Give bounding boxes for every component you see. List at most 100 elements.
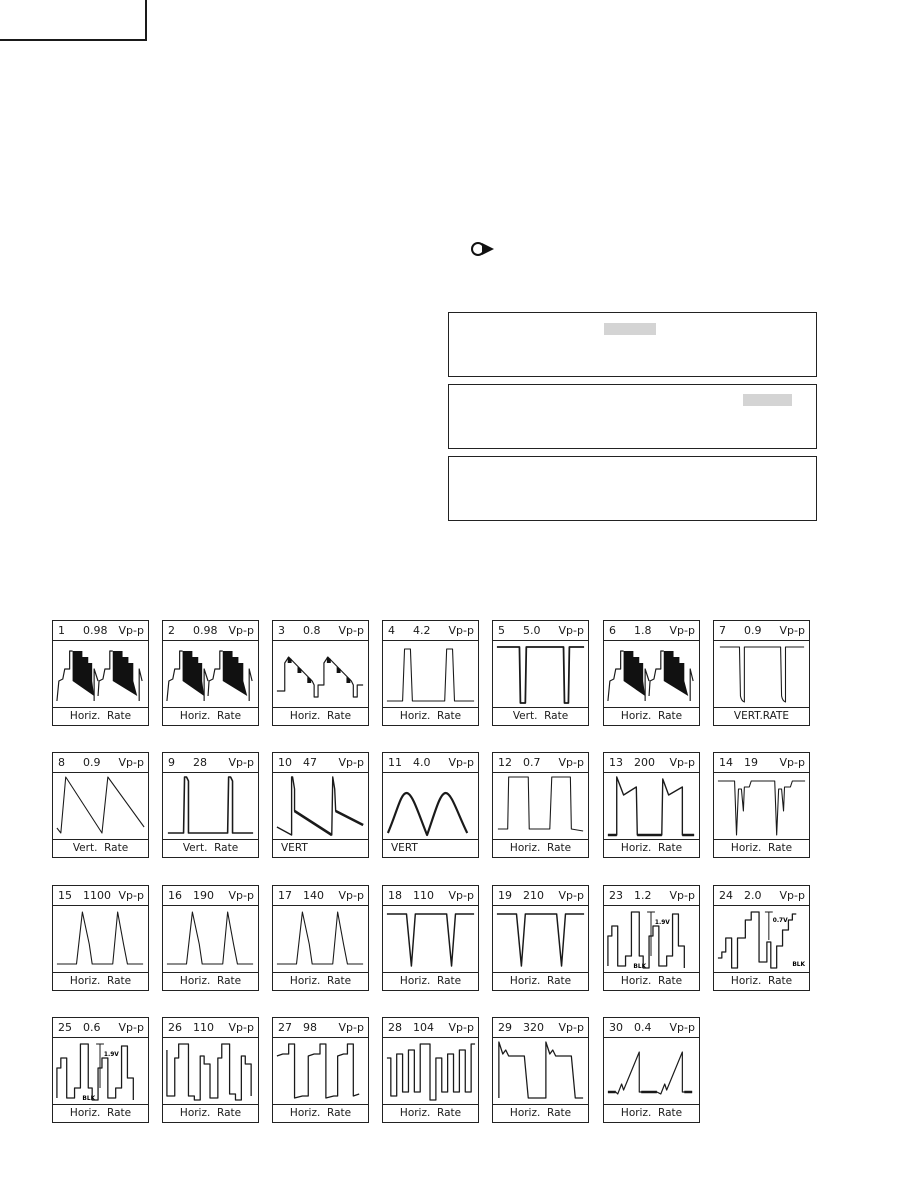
waveform-header: 4 4.2 Vp-p xyxy=(383,621,478,641)
waveform-trace-narrow-positive-pulse xyxy=(386,648,475,702)
waveform-number: 7 xyxy=(719,624,726,637)
waveform-unit: Vp-p xyxy=(669,1021,695,1034)
waveform-trace-overshoot-square xyxy=(607,776,695,837)
trace-segment xyxy=(498,1041,584,1099)
trace-segment xyxy=(207,650,223,697)
trace-segment xyxy=(497,776,584,832)
waveform-unit: Vp-p xyxy=(448,624,474,637)
waveform-voltage: 140 xyxy=(303,889,324,902)
waveform-plot xyxy=(604,641,699,708)
waveform-trace-video-staircase-filled xyxy=(56,650,143,702)
waveform-trace-video-staircase-filled xyxy=(166,650,253,702)
trace-segment xyxy=(386,1043,476,1101)
waveform-number: 24 xyxy=(719,889,733,902)
waveform-voltage: 110 xyxy=(413,889,434,902)
waveform-rate-label: Vert. Rate xyxy=(53,839,148,857)
waveform-trace-video-staircase-open xyxy=(276,656,364,698)
waveform-number: 14 xyxy=(719,756,733,769)
waveform-rate-label: Horiz. Rate xyxy=(714,839,809,857)
waveform-unit: Vp-p xyxy=(228,756,254,769)
waveform-box: 8 0.9 Vp-p Vert. Rate xyxy=(52,752,149,858)
waveform-rate-label: VERT.RATE xyxy=(714,707,809,725)
waveform-plot xyxy=(53,773,148,840)
waveform-box: 7 0.9 Vp-p VERT.RATE xyxy=(713,620,810,726)
waveform-unit: Vp-p xyxy=(669,889,695,902)
waveform-rate-label: Horiz. Rate xyxy=(53,1104,148,1122)
waveform-plot xyxy=(493,906,588,973)
trace-segment xyxy=(93,668,99,701)
waveform-voltage: 1.8 xyxy=(634,624,652,637)
waveform-voltage: 200 xyxy=(634,756,655,769)
waveform-plot xyxy=(493,773,588,840)
waveform-plot xyxy=(53,906,148,973)
waveform-box: 9 28 Vp-p Vert. Rate xyxy=(162,752,259,858)
waveform-header: 14 19 Vp-p xyxy=(714,753,809,773)
waveform-plot xyxy=(273,641,368,708)
waveform-rate-label: Horiz. Rate xyxy=(604,707,699,725)
waveform-plot xyxy=(163,773,258,840)
waveform-rate-label: Horiz. Rate xyxy=(383,1104,478,1122)
waveform-unit: Vp-p xyxy=(779,624,805,637)
waveform-plot xyxy=(604,1038,699,1105)
waveform-number: 3 xyxy=(278,624,285,637)
waveform-number: 13 xyxy=(609,756,623,769)
waveform-plot xyxy=(714,773,809,840)
waveform-unit: Vp-p xyxy=(558,624,584,637)
waveform-unit: Vp-p xyxy=(228,1021,254,1034)
waveform-voltage: 1.2 xyxy=(634,889,652,902)
waveform-unit: Vp-p xyxy=(558,1021,584,1034)
waveform-voltage: 110 xyxy=(193,1021,214,1034)
waveform-number: 12 xyxy=(498,756,512,769)
trace-segment xyxy=(386,913,475,967)
waveform-box: 10 47 Vp-p VERT xyxy=(272,752,369,858)
waveform-number: 19 xyxy=(498,889,512,902)
waveform-box: 3 0.8 Vp-p Horiz. Rate xyxy=(272,620,369,726)
waveform-box: 23 1.2 Vp-p 1.9V BLK Horiz. Rate xyxy=(603,885,700,991)
waveform-trace-varying-square xyxy=(386,1043,476,1101)
waveform-voltage: 4.2 xyxy=(413,624,431,637)
waveform-unit: Vp-p xyxy=(338,1021,364,1034)
waveform-rate-label: Horiz. Rate xyxy=(273,972,368,990)
waveform-rate-label: Horiz. Rate xyxy=(604,839,699,857)
waveform-rate-label: Horiz. Rate xyxy=(493,972,588,990)
waveform-trace-color-bar-steps: 1.9V BLK xyxy=(56,1043,134,1102)
waveform-number: 1 xyxy=(58,624,65,637)
waveform-number: 18 xyxy=(388,889,402,902)
waveform-unit: Vp-p xyxy=(558,889,584,902)
waveform-plot xyxy=(493,1038,588,1105)
waveform-number: 27 xyxy=(278,1021,292,1034)
waveform-number: 5 xyxy=(498,624,505,637)
waveform-trace-narrow-negative-pulse xyxy=(496,646,585,704)
waveform-unit: Vp-p xyxy=(118,756,144,769)
waveform-voltage: 104 xyxy=(413,1021,434,1034)
trace-segment xyxy=(648,650,664,697)
trace-segment xyxy=(203,668,209,701)
waveform-box: 16 190 Vp-p Horiz. Rate xyxy=(162,885,259,991)
waveform-plot: 1.9V BLK xyxy=(53,1038,148,1105)
waveform-rate-label: Horiz. Rate xyxy=(493,1104,588,1122)
trace-segment xyxy=(276,911,364,965)
trace-segment xyxy=(276,1043,360,1099)
waveform-box: 6 1.8 Vp-p Horiz. Rate xyxy=(603,620,700,726)
trace-segment xyxy=(386,791,469,837)
trace-segment xyxy=(719,646,805,703)
waveform-voltage: 19 xyxy=(744,756,758,769)
trace-segment xyxy=(138,668,143,701)
waveform-number: 10 xyxy=(278,756,292,769)
page-corner-tab xyxy=(0,0,147,41)
waveform-box: 13 200 Vp-p Horiz. Rate xyxy=(603,752,700,858)
trace-segment xyxy=(166,911,254,965)
waveform-box: 14 19 Vp-p Horiz. Rate xyxy=(713,752,810,858)
waveform-header: 19 210 Vp-p xyxy=(493,886,588,906)
waveform-box: 2 0.98 Vp-p Horiz. Rate xyxy=(162,620,259,726)
waveform-trace-negative-v-pulse xyxy=(496,913,585,967)
waveform-header: 5 5.0 Vp-p xyxy=(493,621,588,641)
waveform-header: 25 0.6 Vp-p xyxy=(53,1018,148,1038)
trace-segment xyxy=(248,668,253,701)
trace-segment xyxy=(222,651,248,696)
waveform-number: 11 xyxy=(388,756,402,769)
waveform-trace-rising-ramp xyxy=(607,1051,693,1095)
waveform-annotation: 0.7V xyxy=(773,917,788,924)
waveform-header: 9 28 Vp-p xyxy=(163,753,258,773)
waveform-header: 7 0.9 Vp-p xyxy=(714,621,809,641)
